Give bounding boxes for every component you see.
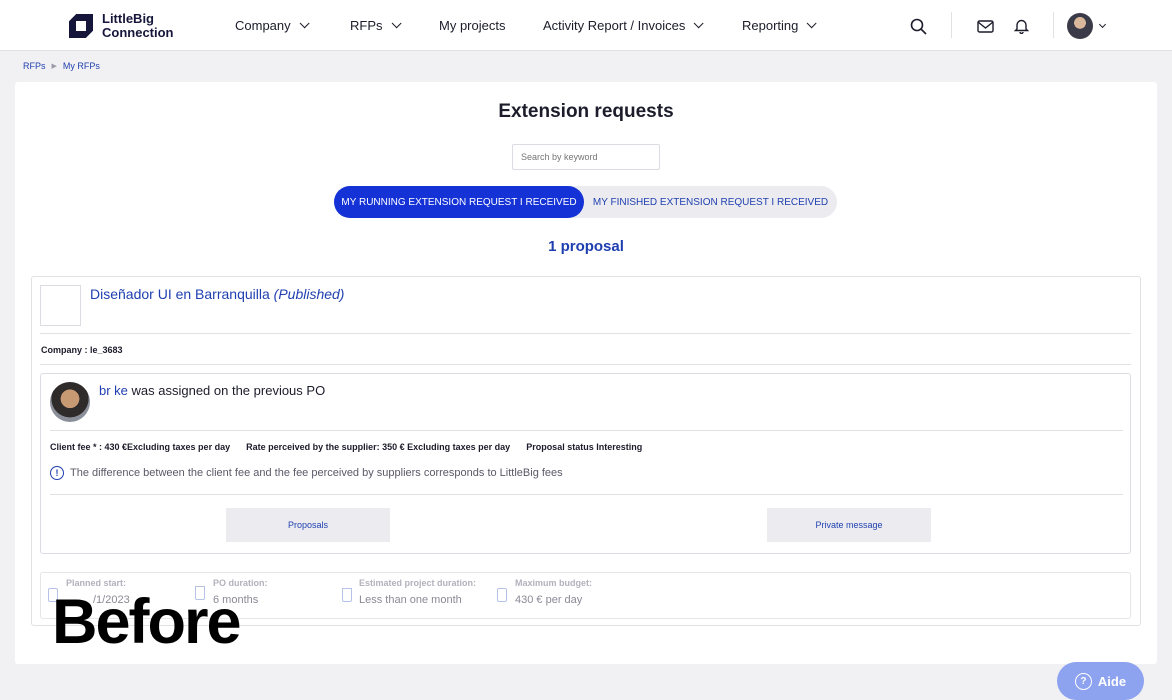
search-input[interactable] (512, 144, 660, 170)
user-avatar[interactable] (1067, 13, 1093, 39)
nav-reporting[interactable]: Reporting (742, 0, 817, 51)
help-button[interactable]: ? Aide (1057, 662, 1144, 700)
divider (40, 364, 1131, 365)
nav-rfps[interactable]: RFPs (350, 0, 402, 51)
hourglass-icon (342, 588, 352, 602)
chevron-down-icon[interactable] (1098, 20, 1107, 29)
rfp-status: (Published) (273, 286, 345, 302)
estimated-duration: Estimated project duration: Less than on… (359, 578, 477, 606)
logo[interactable]: LittleBig Connection (69, 12, 192, 40)
assigned-text: br ke was assigned on the previous PO (99, 383, 326, 398)
private-message-button[interactable]: Private message (767, 508, 931, 542)
breadcrumb: RFPs ▶ My RFPs (23, 61, 100, 71)
breadcrumb-rfps[interactable]: RFPs (23, 61, 46, 71)
fees-info: ! The difference between the client fee … (50, 466, 563, 480)
budget-icon (497, 588, 507, 602)
avatar (50, 382, 90, 422)
divider (951, 12, 952, 38)
logo-line2: Connection (102, 25, 174, 40)
chevron-down-icon (299, 18, 310, 29)
breadcrumb-my-rfps[interactable]: My RFPs (63, 61, 100, 71)
nav-my-projects[interactable]: My projects (439, 0, 505, 51)
company-value: le_3683 (90, 345, 123, 355)
bell-icon[interactable] (1011, 16, 1031, 36)
tab-finished-requests[interactable]: MY FINISHED EXTENSION REQUEST I RECEIVED (584, 186, 837, 218)
top-bar: LittleBig Connection Company RFPs My pro… (0, 0, 1172, 51)
fees-row: Client fee * : 430 €Excluding taxes per … (50, 442, 642, 452)
proposal-status: Proposal status Interesting (526, 442, 643, 452)
person-name-link[interactable]: br ke (99, 383, 128, 398)
supplier-rate: Rate perceived by the supplier: 350 € Ex… (246, 442, 511, 452)
rfp-title[interactable]: Diseñador UI en Barranquilla (Published) (90, 286, 344, 302)
maximum-budget: Maximum budget: 430 € per day (515, 578, 593, 606)
proposal-card (40, 373, 1131, 554)
tab-running-requests[interactable]: MY RUNNING EXTENSION REQUEST I RECEIVED (334, 186, 584, 218)
mail-icon[interactable] (975, 16, 995, 36)
chevron-down-icon (693, 18, 704, 29)
divider (50, 494, 1123, 495)
company-line: Company : le_3683 (41, 345, 123, 355)
chevron-down-icon (391, 18, 402, 29)
rfp-thumbnail (40, 285, 81, 326)
chevron-down-icon (807, 18, 817, 29)
before-caption: Before (52, 587, 242, 657)
proposals-button[interactable]: Proposals (226, 508, 390, 542)
page-title: Extension requests (498, 101, 674, 122)
tab-group: MY RUNNING EXTENSION REQUEST I RECEIVED … (334, 186, 837, 218)
logo-line1: LittleBig (102, 11, 154, 26)
help-icon: ? (1074, 672, 1092, 690)
client-fee: Client fee * : 430 €Excluding taxes per … (50, 442, 231, 452)
nav-activity-report[interactable]: Activity Report / Invoices (543, 0, 704, 51)
nav-company[interactable]: Company (235, 0, 310, 51)
divider (1053, 12, 1054, 38)
proposal-count: 1 proposal (548, 238, 624, 255)
info-icon: ! (50, 466, 64, 480)
logo-icon (69, 14, 93, 38)
divider (40, 333, 1131, 334)
divider (50, 430, 1123, 431)
chevron-right-icon: ▶ (51, 63, 57, 70)
search-icon[interactable] (908, 16, 928, 36)
